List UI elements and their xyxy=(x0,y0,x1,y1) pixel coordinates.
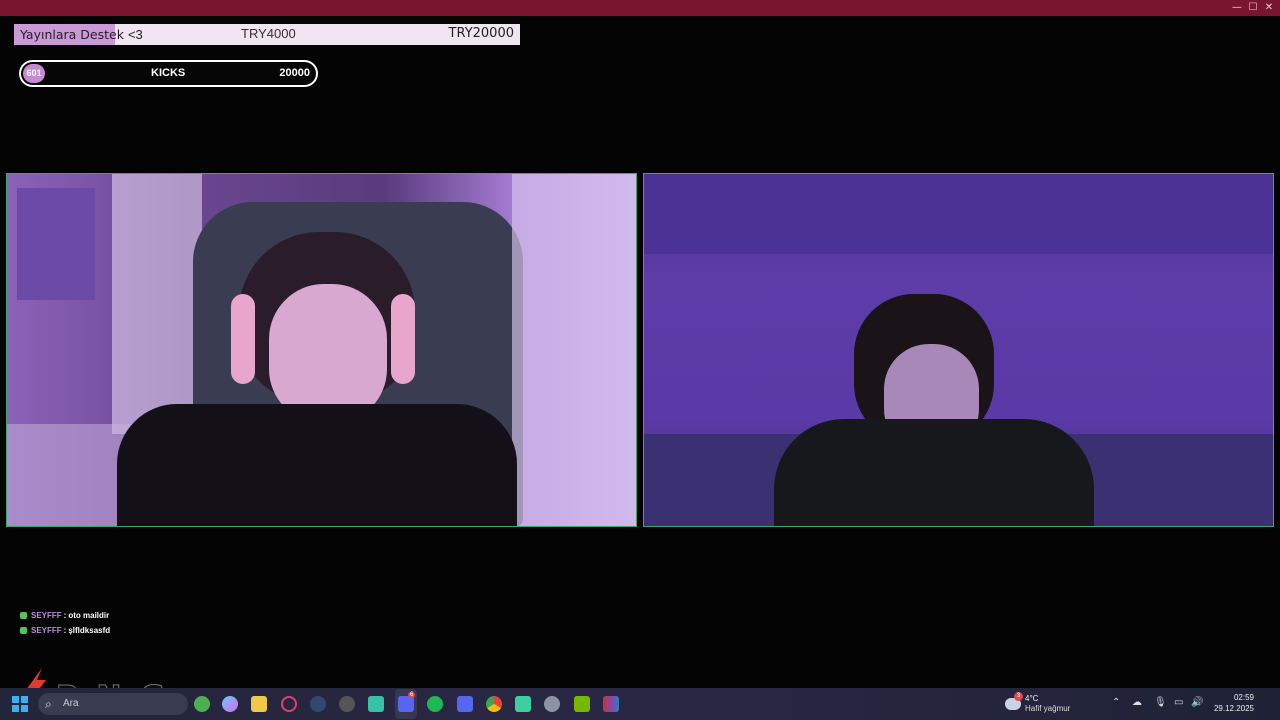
chrome-icon[interactable] xyxy=(486,696,502,712)
network-icon[interactable]: ▭ xyxy=(1174,697,1183,708)
left-shelf xyxy=(112,174,202,434)
kicks-current-count: 601 xyxy=(23,64,45,83)
left-webcam-feed xyxy=(6,173,637,527)
person-hoodie xyxy=(774,419,1094,526)
kicks-goal-value: 20000 xyxy=(279,67,310,79)
opera-gx-icon[interactable] xyxy=(281,696,297,712)
right-webcam-feed xyxy=(643,173,1274,527)
person-shirt xyxy=(117,404,517,526)
chat-overlay: SEYFFF : oto maildir SEYFFF : şlfldksasf… xyxy=(20,608,110,638)
taskbar-search-input[interactable]: ⌕ Ara xyxy=(38,693,188,715)
discord-ptb-icon[interactable] xyxy=(515,696,531,712)
chat-username: SEYFFF xyxy=(31,626,62,635)
chat-separator: : xyxy=(63,626,67,635)
spotify-icon[interactable] xyxy=(427,696,443,712)
weather-description: Hafif yağmur xyxy=(1025,704,1071,713)
chevron-up-icon[interactable]: ⌃ xyxy=(1112,697,1120,708)
app-icon[interactable] xyxy=(368,696,384,712)
cloud-off-icon[interactable]: ☁ xyxy=(1132,697,1142,708)
donation-goal-bar: Yayınlara Destek <3 TRY4000 TRY20000 xyxy=(14,24,520,45)
discord-icon[interactable] xyxy=(398,696,414,712)
chat-separator: : xyxy=(63,611,67,620)
window-titlebar: — ☐ ✕ xyxy=(0,0,1280,16)
donation-current-amount: TRY4000 xyxy=(241,26,296,41)
weather-temperature: 4°C xyxy=(1025,694,1039,703)
kicks-label: KICKS xyxy=(151,67,186,79)
close-button[interactable]: ✕ xyxy=(1258,1,1280,15)
microphone-icon[interactable]: 🎙 xyxy=(1154,697,1167,708)
xbox-icon[interactable] xyxy=(194,696,210,712)
search-icon: ⌕ xyxy=(45,697,52,711)
copilot-icon[interactable] xyxy=(222,696,238,712)
speaker-icon[interactable]: 🔊 xyxy=(1191,697,1203,708)
discord-alt-icon[interactable] xyxy=(457,696,473,712)
stream-canvas: Yayınlara Destek <3 TRY4000 TRY20000 601… xyxy=(0,16,1280,716)
windows-taskbar: ⌕ Ara 6 3 4°C Hafif yağmur ⌃ ☁ 🎙 ▭ 🔊 02:… xyxy=(0,688,1280,720)
chat-message: SEYFFF : şlfldksasfd xyxy=(20,623,110,638)
chat-text: oto maildir xyxy=(68,611,110,620)
ceiling xyxy=(644,174,1273,254)
chat-badge-icon xyxy=(20,612,27,619)
clock-date[interactable]: 29.12.2025 xyxy=(1214,704,1254,713)
headphone-right xyxy=(391,294,415,384)
nvidia-icon[interactable] xyxy=(574,696,590,712)
steam-icon[interactable] xyxy=(310,696,326,712)
kicks-goal-bar: 601 KICKS 20000 xyxy=(19,60,318,87)
donation-target-amount: TRY20000 xyxy=(448,26,514,41)
chat-username: SEYFFF xyxy=(31,611,62,620)
github-icon[interactable] xyxy=(339,696,355,712)
clock-time[interactable]: 02:59 xyxy=(1234,693,1254,702)
donation-goal-label: Yayınlara Destek xyxy=(20,27,124,42)
person-face xyxy=(269,284,387,424)
donation-goal-heart: <3 xyxy=(127,27,143,42)
file-explorer-icon[interactable] xyxy=(251,696,267,712)
headphone-left xyxy=(231,294,255,384)
chat-text: şlfldksasfd xyxy=(68,626,111,635)
right-shelf xyxy=(512,174,636,526)
chat-badge-icon xyxy=(20,627,27,634)
windows-start-icon[interactable] xyxy=(12,696,28,712)
wall-poster xyxy=(17,188,95,300)
search-placeholder: Ara xyxy=(63,698,79,709)
chat-message: SEYFFF : oto maildir xyxy=(20,608,110,623)
settings-icon[interactable] xyxy=(544,696,560,712)
winrar-icon[interactable] xyxy=(603,696,619,712)
weather-badge: 3 xyxy=(1014,692,1023,701)
